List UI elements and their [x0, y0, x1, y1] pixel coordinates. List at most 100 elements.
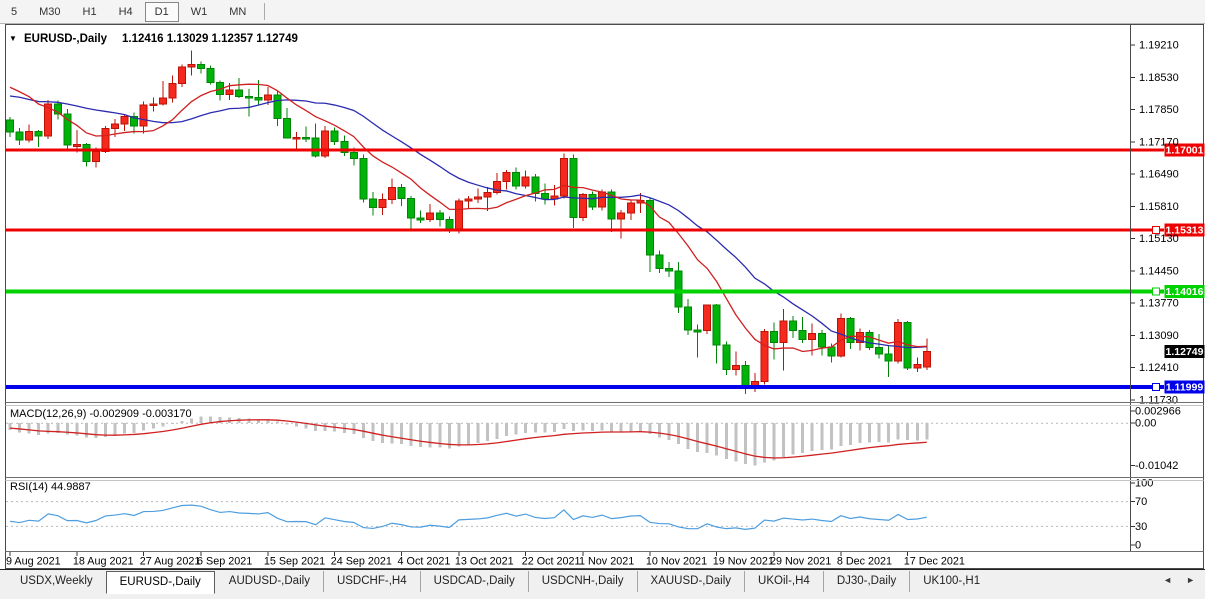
price-axis-label: 1.16490 [1139, 169, 1179, 181]
timeframe-button-d1[interactable]: D1 [145, 2, 179, 22]
candle [293, 138, 300, 140]
tab-ukoil-h4[interactable]: UKOil-,H4 [744, 571, 823, 592]
candle [255, 98, 262, 100]
tab-dj30-daily[interactable]: DJ30-,Daily [823, 571, 909, 592]
candle [207, 68, 214, 82]
macd-bar [28, 423, 31, 433]
candle [389, 187, 396, 199]
price-level-tag-text: 1.11999 [1166, 382, 1204, 394]
price-level-tag-text: 1.12749 [1166, 346, 1204, 358]
candle [427, 213, 434, 220]
macd-indicator-label: MACD(12,26,9) -0.002909 -0.003170 [10, 408, 192, 420]
timeframe-toolbar: 5M30H1H4D1W1MN [0, 0, 1205, 24]
timeframe-button-5[interactable]: 5 [1, 2, 27, 22]
tabs-scroll-right-icon[interactable]: ► [1186, 576, 1195, 585]
macd-bar [906, 423, 909, 440]
candle [331, 131, 338, 141]
macd-bar [763, 423, 766, 462]
macd-bar [725, 423, 728, 459]
candle [159, 98, 166, 104]
macd-axis-label: -0.01042 [1135, 460, 1178, 472]
timeframe-button-h4[interactable]: H4 [109, 2, 143, 22]
timeframe-button-m30[interactable]: M30 [29, 2, 70, 22]
macd-bar [734, 423, 737, 461]
chart-canvas: 1.170011.153131.140161.119991.127491.192… [0, 0, 1205, 599]
macd-bar [582, 423, 585, 430]
rsi-axis-label: 30 [1135, 521, 1147, 533]
tab-usdchf-h4[interactable]: USDCHF-,H4 [323, 571, 420, 592]
candle [26, 131, 33, 140]
macd-bar [285, 423, 288, 424]
macd-bar [505, 423, 508, 436]
date-axis-label: 8 Dec 2021 [837, 556, 892, 568]
price-axis-label: 1.15810 [1139, 201, 1179, 213]
candle [713, 305, 720, 345]
timeframe-button-h1[interactable]: H1 [73, 2, 107, 22]
tabs-scroll-left-icon[interactable]: ◄ [1163, 576, 1172, 585]
candle [83, 145, 90, 162]
tab-xauusd-daily[interactable]: XAUUSD-,Daily [637, 571, 745, 592]
tab-uk100-h1[interactable]: UK100-,H1 [909, 571, 993, 592]
candle [226, 90, 233, 94]
macd-bar [515, 423, 518, 435]
candle [178, 67, 185, 84]
chart-dropdown-icon[interactable]: ▼ [9, 34, 17, 43]
macd-bar [161, 423, 164, 427]
rsi-axis-label: 0 [1135, 540, 1141, 552]
timeframe-button-mn[interactable]: MN [219, 2, 256, 22]
candle [599, 192, 606, 207]
tab-eurusd-daily[interactable]: EURUSD-,Daily [106, 571, 215, 594]
chart-title-ohlc: 1.12416 1.13029 1.12357 1.12749 [122, 33, 298, 45]
macd-bar [133, 423, 136, 433]
macd-bar [887, 423, 890, 442]
tab-audusd-daily[interactable]: AUDUSD-,Daily [215, 571, 323, 592]
candle [312, 138, 319, 156]
candle [923, 352, 930, 368]
candle [121, 117, 128, 124]
tab-usdcad-daily[interactable]: USDCAD-,Daily [420, 571, 528, 592]
macd-bar [200, 417, 203, 424]
candle [685, 307, 692, 330]
candle [885, 354, 892, 361]
macd-bar [811, 423, 814, 451]
macd-bar [830, 423, 833, 449]
level-line-handle[interactable] [1153, 384, 1160, 391]
mt4-window: 5M30H1H4D1W1MN 1.170011.153131.140161.11… [0, 0, 1205, 599]
macd-bar [658, 423, 661, 437]
candle [188, 64, 195, 66]
macd-bar [496, 423, 499, 439]
macd-bar [429, 423, 432, 447]
macd-bar [467, 423, 470, 445]
level-line-handle[interactable] [1153, 288, 1160, 295]
macd-bar [534, 423, 537, 432]
tab-usdx-weekly[interactable]: USDX,Weekly [6, 571, 106, 592]
macd-bar [753, 423, 756, 465]
timeframe-button-w1[interactable]: W1 [181, 2, 218, 22]
macd-bar [667, 423, 670, 440]
candle [790, 321, 797, 330]
macd-bar [400, 423, 403, 444]
candle [732, 365, 739, 369]
candle [150, 104, 157, 106]
macd-bar [381, 423, 384, 443]
macd-bar [352, 423, 355, 434]
macd-bar [572, 423, 575, 431]
date-axis-label: 29 Nov 2021 [770, 556, 831, 568]
candle [369, 199, 376, 208]
candle [35, 131, 42, 136]
candle [656, 255, 663, 268]
chart-window-frame [6, 25, 1204, 569]
macd-bar [629, 423, 632, 431]
candle [914, 364, 921, 368]
macd-bar [295, 423, 298, 426]
rsi-axis-label: 100 [1135, 478, 1153, 490]
macd-axis-label: 0.00 [1135, 418, 1156, 430]
macd-bar [543, 423, 546, 432]
macd-bar [553, 423, 556, 432]
macd-bar [858, 423, 861, 443]
macd-bar [114, 423, 117, 435]
macd-bar [687, 423, 690, 449]
tab-usdcnh-daily[interactable]: USDCNH-,Daily [528, 571, 637, 592]
macd-bar [171, 423, 174, 424]
candle [484, 193, 491, 197]
